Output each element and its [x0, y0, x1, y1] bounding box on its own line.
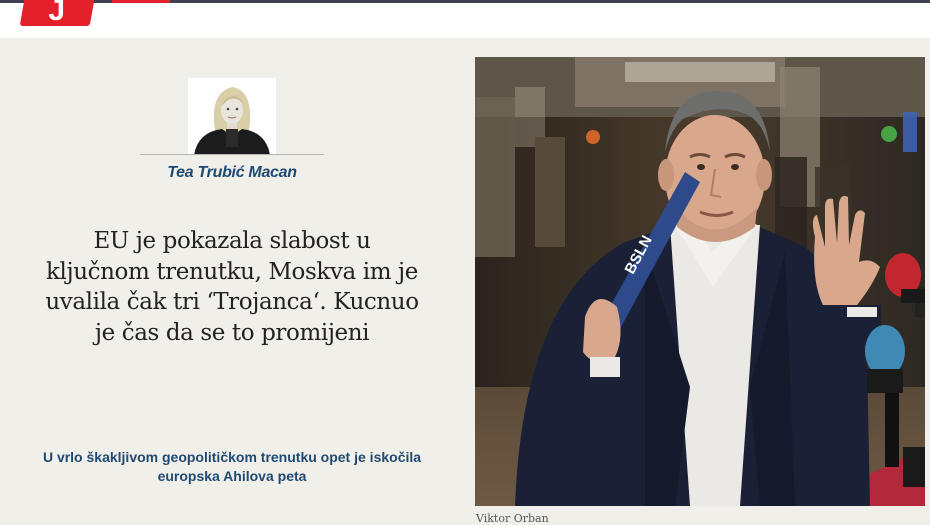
brand-logo-icon[interactable]: J [19, 0, 95, 27]
article-photo: BSLN [475, 57, 925, 506]
article-image[interactable]: BSLN [475, 57, 925, 506]
header-accent-bar [112, 0, 170, 3]
author-portrait-icon [188, 78, 276, 155]
author-divider [140, 154, 324, 155]
article-headline[interactable]: EU je pokazala slabost u ključnom trenut… [40, 226, 424, 348]
site-header: J [0, 0, 930, 38]
article-subheadline: U vrlo škakljivom geopolitičkom trenutku… [42, 449, 422, 484]
author-name[interactable]: Tea Trubić Macan [140, 164, 324, 182]
image-caption: Viktor Orban [476, 512, 549, 525]
author-photo[interactable] [188, 78, 276, 155]
